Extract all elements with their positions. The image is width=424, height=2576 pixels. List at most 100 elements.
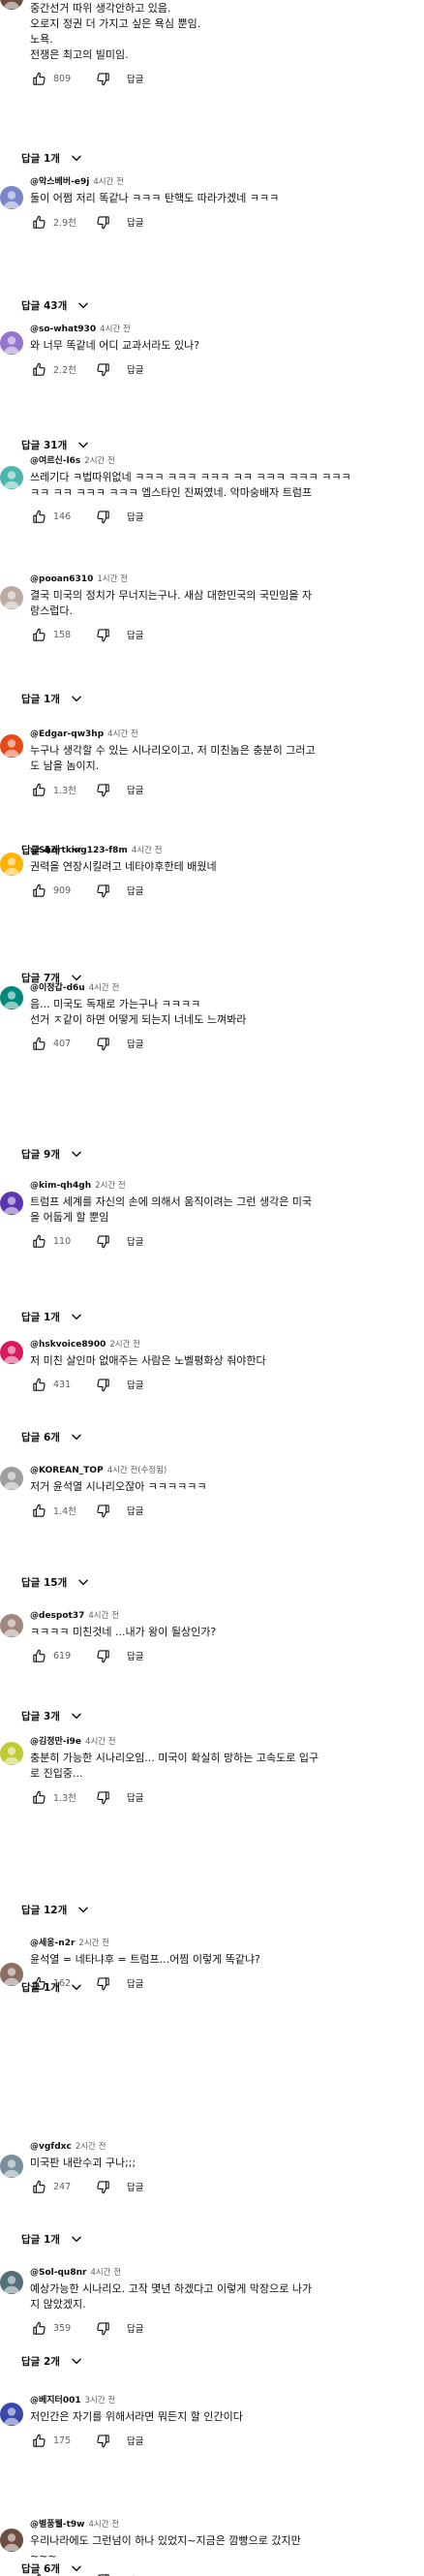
comment-author[interactable]: @별풍웰-t9w xyxy=(30,2520,84,2529)
avatar[interactable] xyxy=(0,1192,23,1215)
view-replies-button[interactable]: 답글 3개 xyxy=(21,1705,83,1726)
avatar[interactable] xyxy=(0,734,23,758)
comment-timestamp[interactable]: 4시간 전 xyxy=(93,177,124,187)
thumbs-down-icon[interactable] xyxy=(94,2432,111,2449)
reply-button[interactable]: 답글 xyxy=(127,1234,143,1248)
reply-button[interactable]: 답글 xyxy=(127,2180,143,2193)
thumbs-down-icon[interactable] xyxy=(94,360,111,378)
thumbs-up-icon[interactable] xyxy=(30,882,47,899)
comment-timestamp[interactable]: 4시간 전 xyxy=(89,983,120,993)
view-replies-button[interactable]: 답글 1개 xyxy=(21,147,83,169)
comment-timestamp[interactable]: 4시간 전 xyxy=(85,1737,116,1747)
thumbs-up-icon[interactable] xyxy=(30,1502,47,1519)
avatar[interactable] xyxy=(0,2271,23,2294)
thumbs-up-icon[interactable] xyxy=(30,360,47,378)
thumbs-down-icon[interactable] xyxy=(94,2571,111,2576)
thumbs-down-icon[interactable] xyxy=(94,213,111,231)
thumbs-up-icon[interactable] xyxy=(30,2319,47,2337)
view-replies-button[interactable]: 답글 15개 xyxy=(21,1571,90,1593)
thumbs-down-icon[interactable] xyxy=(94,1788,111,1806)
reply-button[interactable]: 답글 xyxy=(127,884,143,897)
comment-author[interactable]: @vgfdxc xyxy=(30,2142,72,2152)
thumbs-up-icon[interactable] xyxy=(30,213,47,231)
avatar[interactable] xyxy=(0,0,23,10)
comment-timestamp[interactable]: 4시간 전(수정됨) xyxy=(107,1466,167,1475)
view-replies-button[interactable]: 답글 6개 xyxy=(21,2558,83,2576)
comment-timestamp[interactable]: 4시간 전 xyxy=(88,1611,119,1621)
thumbs-up-icon[interactable] xyxy=(30,1232,47,1250)
comment-timestamp[interactable]: 2시간 전 xyxy=(109,1340,140,1350)
view-replies-button[interactable]: 답글 2개 xyxy=(21,2350,83,2372)
reply-button[interactable]: 답글 xyxy=(127,1976,143,1990)
comment-author[interactable]: @악스베버-e9j xyxy=(30,177,89,187)
thumbs-down-icon[interactable] xyxy=(94,626,111,643)
comment-author[interactable]: @여르신-l6s xyxy=(30,456,80,466)
thumbs-down-icon[interactable] xyxy=(94,1974,111,1992)
reply-button[interactable]: 답글 xyxy=(127,72,143,85)
comment-timestamp[interactable]: 4시간 전 xyxy=(107,729,138,739)
comment-timestamp[interactable]: 2시간 전 xyxy=(76,2142,106,2152)
avatar[interactable] xyxy=(0,186,23,209)
thumbs-up-icon[interactable] xyxy=(30,508,47,525)
view-replies-button[interactable]: 답글 1개 xyxy=(21,1306,83,1327)
comment-timestamp[interactable]: 1시간 전 xyxy=(97,574,128,584)
avatar[interactable] xyxy=(0,2529,23,2552)
thumbs-up-icon[interactable] xyxy=(30,1376,47,1393)
comment-author[interactable]: @hskvoice8900 xyxy=(30,1340,106,1350)
comment-timestamp[interactable]: 4시간 전 xyxy=(100,325,131,334)
avatar[interactable] xyxy=(0,331,23,355)
thumbs-down-icon[interactable] xyxy=(94,2319,111,2337)
reply-button[interactable]: 답글 xyxy=(127,2321,143,2335)
view-replies-button[interactable]: 답글 1개 xyxy=(21,1976,83,1998)
thumbs-down-icon[interactable] xyxy=(94,1647,111,1664)
thumbs-down-icon[interactable] xyxy=(94,70,111,87)
view-replies-button[interactable]: 답글 9개 xyxy=(21,1143,83,1164)
reply-button[interactable]: 답글 xyxy=(127,628,143,641)
thumbs-up-icon[interactable] xyxy=(30,2432,47,2449)
thumbs-up-icon[interactable] xyxy=(30,781,47,798)
thumbs-up-icon[interactable] xyxy=(30,70,47,87)
comment-timestamp[interactable]: 4시간 전 xyxy=(88,2520,119,2529)
avatar[interactable] xyxy=(0,986,23,1009)
comment-author[interactable]: @pooan6310 xyxy=(30,574,93,584)
reply-button[interactable]: 답글 xyxy=(127,362,143,376)
thumbs-down-icon[interactable] xyxy=(94,1376,111,1393)
comment-author[interactable]: @kim-qh4gh xyxy=(30,1181,91,1191)
reply-button[interactable]: 답글 xyxy=(127,1037,143,1050)
view-replies-button[interactable]: 답글 1개 xyxy=(21,688,83,709)
thumbs-down-icon[interactable] xyxy=(94,882,111,899)
comment-author[interactable]: @KOREAN_TOP xyxy=(30,1466,104,1475)
comment-timestamp[interactable]: 4시간 전 xyxy=(132,846,163,855)
thumbs-up-icon[interactable] xyxy=(30,1788,47,1806)
comment-author[interactable]: @Edgar-qw3hp xyxy=(30,729,104,739)
avatar[interactable] xyxy=(0,1341,23,1364)
comment-author[interactable]: @despot37 xyxy=(30,1611,84,1621)
comment-timestamp[interactable]: 2시간 전 xyxy=(95,1181,126,1191)
comment-author[interactable]: @김정만-i9e xyxy=(30,1737,81,1747)
comment-author[interactable]: @베지터001 xyxy=(30,2396,81,2405)
avatar[interactable] xyxy=(0,1742,23,1765)
thumbs-down-icon[interactable] xyxy=(94,2178,111,2195)
reply-button[interactable]: 답글 xyxy=(127,1504,143,1517)
thumbs-down-icon[interactable] xyxy=(94,781,111,798)
avatar[interactable] xyxy=(0,466,23,489)
view-replies-button[interactable]: 답글 31개 xyxy=(21,434,90,455)
comment-author[interactable]: @Sol-qu8nr xyxy=(30,2268,86,2278)
reply-button[interactable]: 답글 xyxy=(127,2434,143,2447)
comment-author[interactable]: @so-what930 xyxy=(30,325,96,334)
view-replies-button[interactable]: 답글 1개 xyxy=(21,2228,83,2250)
thumbs-up-icon[interactable] xyxy=(30,626,47,643)
comment-timestamp[interactable]: 3시간 전 xyxy=(85,2396,116,2405)
thumbs-up-icon[interactable] xyxy=(30,2178,47,2195)
thumbs-down-icon[interactable] xyxy=(94,1035,111,1052)
reply-button[interactable]: 답글 xyxy=(127,783,143,796)
comment-timestamp[interactable]: 4시간 전 xyxy=(90,2268,121,2278)
thumbs-up-icon[interactable] xyxy=(30,1035,47,1052)
reply-button[interactable]: 답글 xyxy=(127,1790,143,1804)
comment-timestamp[interactable]: 2시간 전 xyxy=(84,456,115,466)
avatar[interactable] xyxy=(0,1963,23,1986)
avatar[interactable] xyxy=(0,853,23,876)
reply-button[interactable]: 답글 xyxy=(127,1649,143,1662)
comment-timestamp[interactable]: 2시간 전 xyxy=(78,1939,109,1948)
avatar[interactable] xyxy=(0,1614,23,1637)
